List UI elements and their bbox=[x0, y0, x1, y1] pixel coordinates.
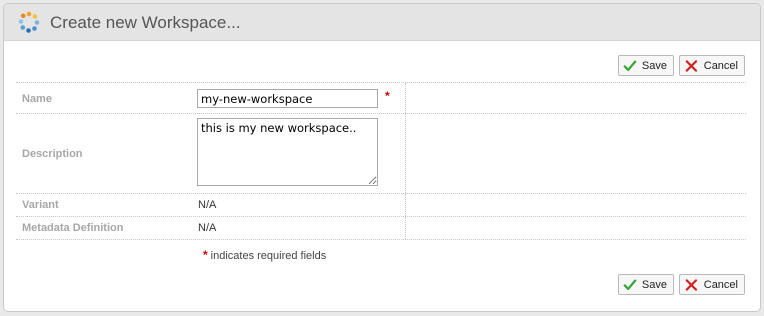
save-button-label: Save bbox=[641, 278, 667, 291]
required-star: * bbox=[385, 89, 390, 103]
description-label: Description bbox=[22, 148, 83, 160]
dialog-title: Create new Workspace... bbox=[50, 13, 241, 32]
create-workspace-dialog: Create new Workspace... Save Cancel Name… bbox=[3, 3, 761, 312]
required-star: * bbox=[203, 248, 208, 262]
column-divider bbox=[405, 114, 406, 193]
column-divider bbox=[405, 217, 406, 239]
checkmark-icon bbox=[623, 279, 637, 290]
x-icon bbox=[685, 59, 698, 72]
form-row-metadata-definition: Metadata Definition N/A bbox=[16, 216, 746, 240]
description-textarea[interactable]: this is my new workspace.. bbox=[197, 118, 378, 186]
metadata-definition-value: N/A bbox=[198, 222, 217, 234]
checkmark-icon bbox=[623, 60, 637, 71]
name-input[interactable] bbox=[197, 89, 378, 108]
column-divider bbox=[405, 194, 406, 216]
save-button-bottom[interactable]: Save bbox=[618, 274, 674, 295]
save-button-label: Save bbox=[641, 59, 667, 72]
workspace-logo-icon bbox=[18, 11, 40, 33]
cancel-button-top[interactable]: Cancel bbox=[679, 55, 745, 76]
required-fields-note: * indicates required fields bbox=[203, 248, 326, 262]
form-row-variant: Variant N/A bbox=[16, 193, 746, 216]
x-icon bbox=[685, 278, 698, 291]
metadata-definition-label: Metadata Definition bbox=[22, 222, 124, 234]
name-label: Name bbox=[22, 93, 52, 105]
dialog-title-bar: Create new Workspace... bbox=[4, 4, 760, 41]
variant-value: N/A bbox=[198, 199, 217, 211]
form-row-name: Name * bbox=[16, 82, 746, 113]
column-divider bbox=[405, 83, 406, 113]
cancel-button-bottom[interactable]: Cancel bbox=[679, 274, 745, 295]
save-button-top[interactable]: Save bbox=[618, 55, 674, 76]
cancel-button-label: Cancel bbox=[703, 278, 738, 291]
cancel-button-label: Cancel bbox=[703, 59, 738, 72]
form-row-description: Description this is my new workspace.. bbox=[16, 113, 746, 193]
variant-label: Variant bbox=[22, 199, 59, 211]
required-fields-note-text: indicates required fields bbox=[210, 250, 327, 262]
